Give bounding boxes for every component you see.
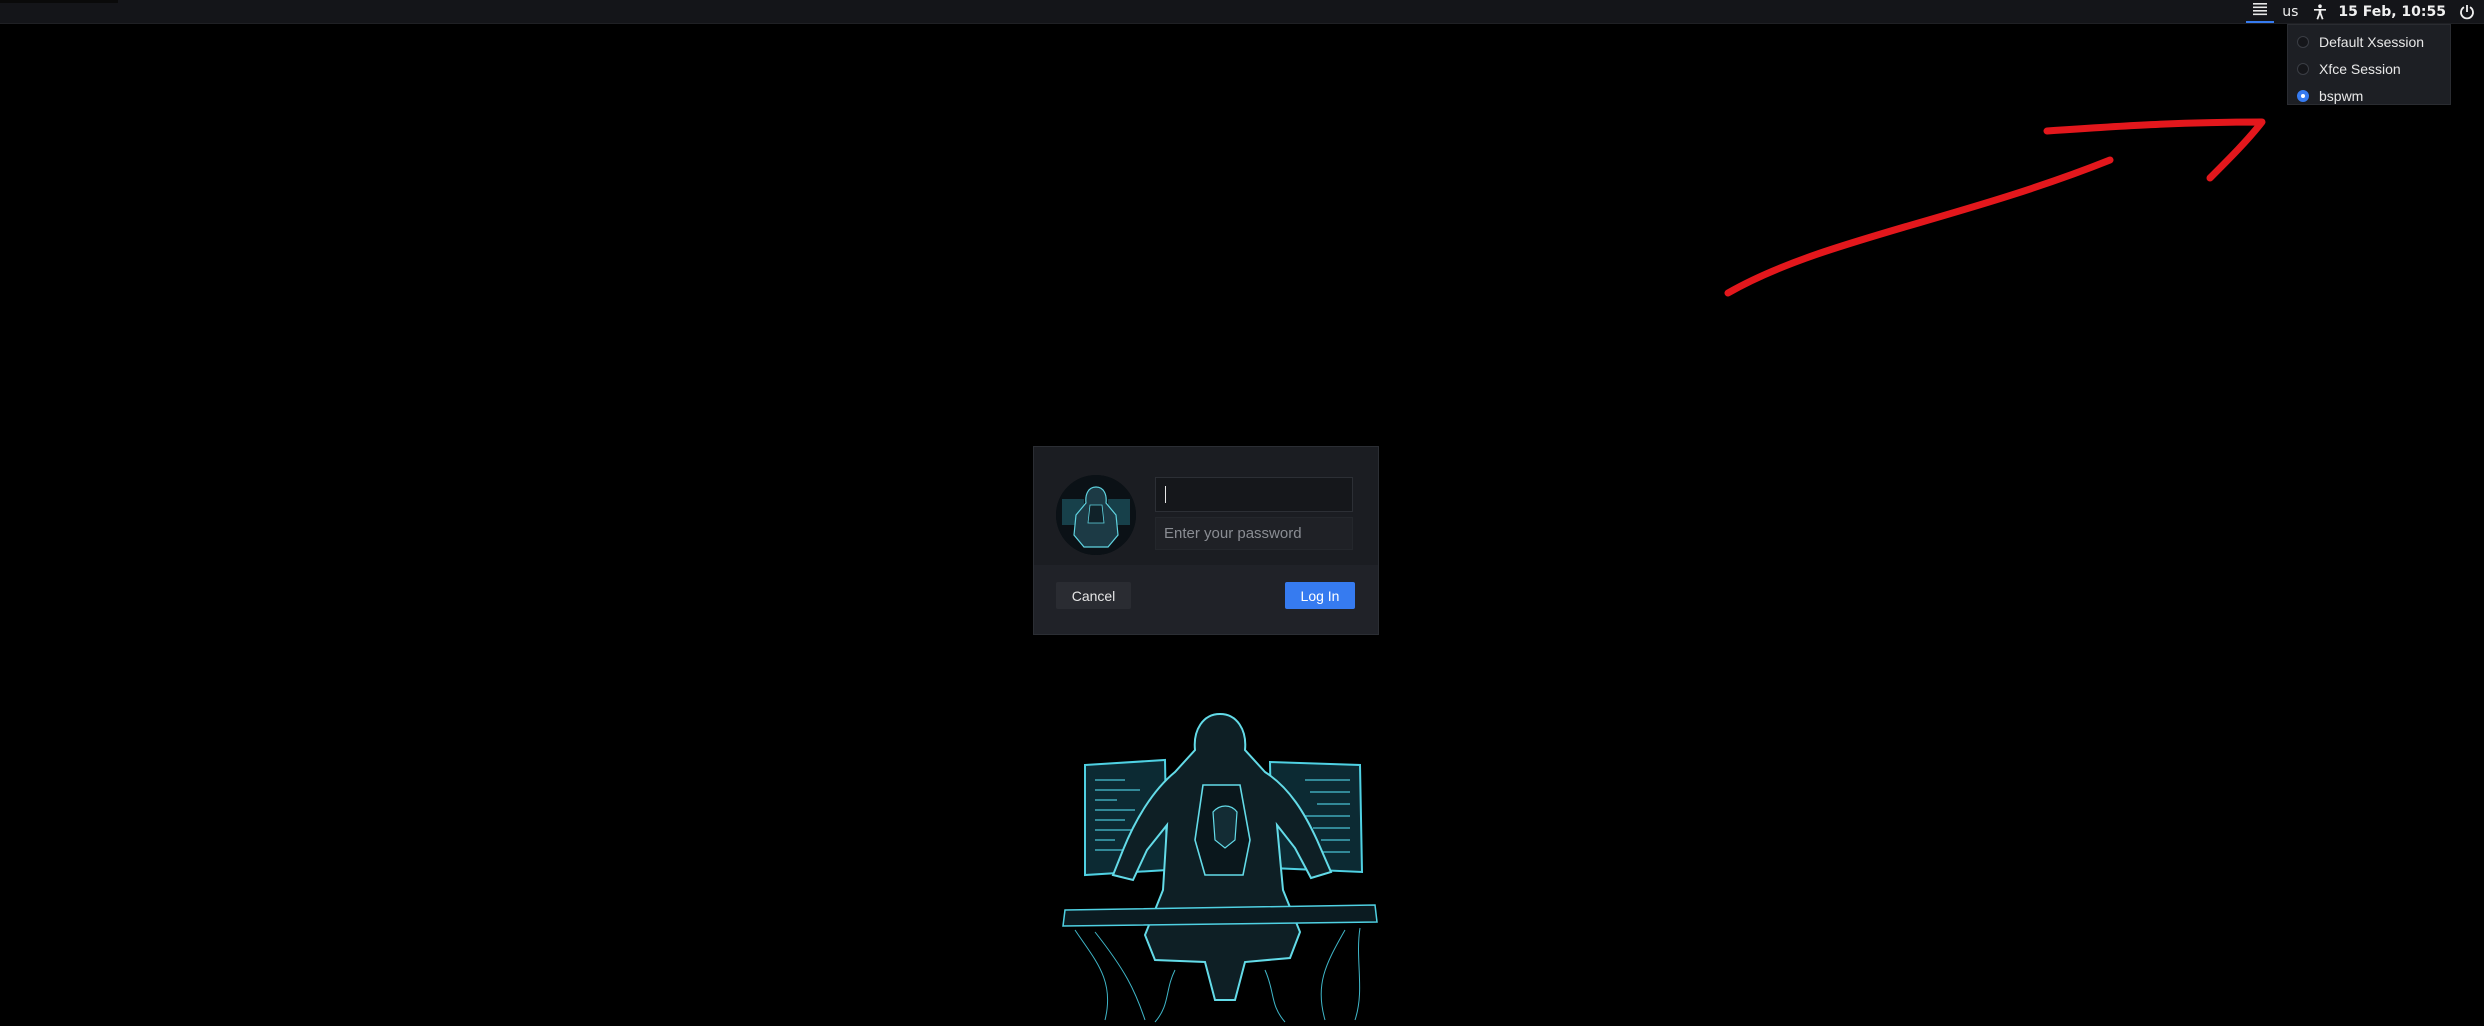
login-button[interactable]: Log In (1285, 582, 1355, 609)
login-dialog-body (1034, 447, 1378, 565)
text-cursor (1165, 486, 1166, 503)
session-selector-button[interactable] (2246, 0, 2275, 23)
session-item-default-xsession[interactable]: Default Xsession (2288, 28, 2450, 55)
annotation-arrow-icon (1724, 118, 2266, 297)
login-dialog: Cancel Log In (1033, 446, 1379, 635)
accessibility-icon[interactable] (2310, 3, 2330, 20)
session-item-label: Default Xsession (2319, 33, 2425, 50)
top-panel: us 15 Feb, 10:55 (0, 0, 2484, 24)
session-item-label: bspwm (2319, 87, 2364, 104)
password-field[interactable] (1155, 517, 1353, 550)
system-tray: us 15 Feb, 10:55 (2246, 0, 2484, 23)
radio-unselected-icon[interactable] (2297, 62, 2309, 75)
session-list-icon (2252, 2, 2268, 20)
hacker-artwork-image (1055, 700, 1385, 1026)
session-menu: Default Xsession Xfce Session bspwm (2287, 24, 2451, 105)
radio-selected-icon[interactable] (2297, 89, 2309, 102)
login-dialog-footer: Cancel Log In (1034, 565, 1378, 634)
power-icon[interactable] (2456, 4, 2478, 20)
radio-unselected-icon[interactable] (2297, 35, 2309, 48)
keyboard-layout-indicator[interactable]: us (2282, 4, 2298, 20)
session-item-bspwm[interactable]: bspwm (2288, 82, 2450, 109)
panel-left-strip (0, 0, 118, 3)
session-item-xfce-session[interactable]: Xfce Session (2288, 55, 2450, 82)
clock[interactable]: 15 Feb, 10:55 (2338, 4, 2446, 20)
avatar (1056, 475, 1136, 555)
cancel-button[interactable]: Cancel (1056, 582, 1131, 609)
username-field[interactable] (1155, 477, 1353, 512)
session-item-label: Xfce Session (2319, 60, 2401, 77)
